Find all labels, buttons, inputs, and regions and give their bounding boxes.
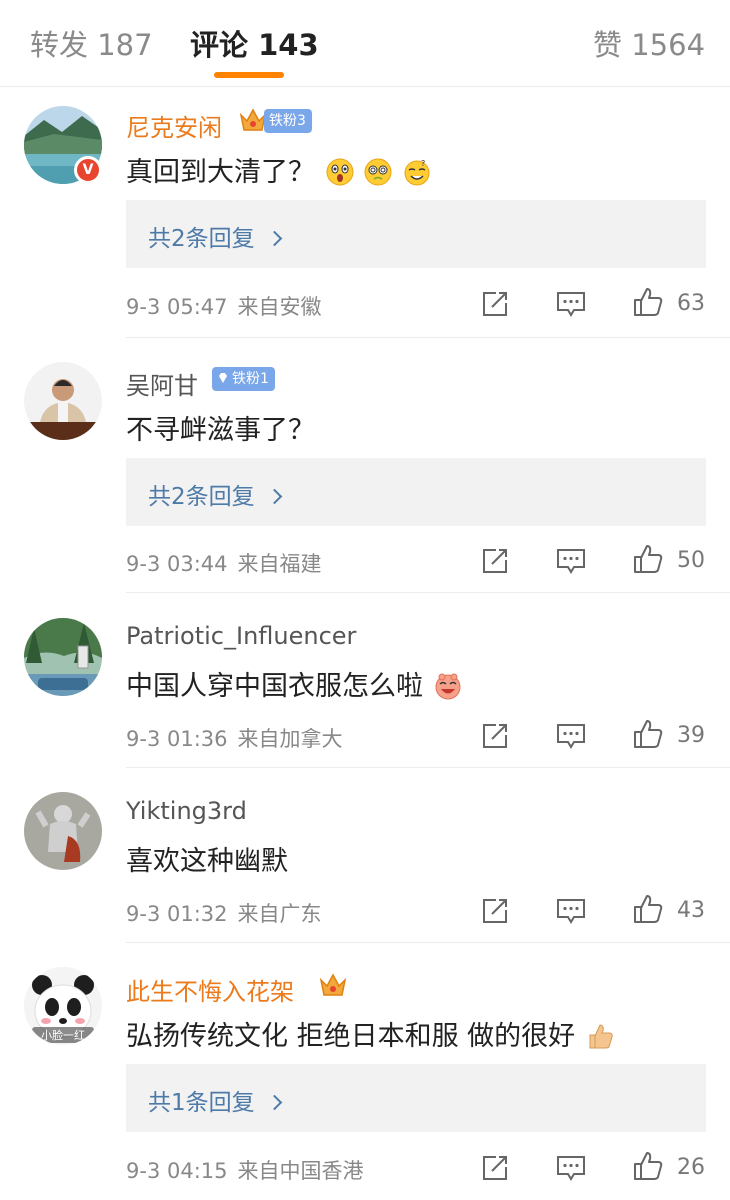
sweat-smile-emoji: ?: [404, 159, 430, 186]
comment-icon[interactable]: [556, 290, 586, 318]
comment-body: 喜欢这种幽默: [126, 846, 288, 877]
comment-date: 9-3 03:44: [126, 552, 228, 576]
comment-text: 喜欢这种幽默: [126, 839, 288, 878]
like-icon[interactable]: [632, 286, 664, 318]
avatar[interactable]: [24, 362, 102, 440]
comment-body: 真回到大清了？: [126, 157, 315, 188]
comment-icon[interactable]: [556, 547, 586, 575]
repost-icon[interactable]: [480, 289, 510, 319]
comment-icon[interactable]: [556, 1154, 586, 1182]
comment-location: 来自安徽: [237, 295, 322, 319]
chevron-right-icon: [266, 1094, 282, 1111]
comment-item: 吴阿甘 铁粉1 不寻衅滋事了？ 共2条回复 9-3 03:44 来自福建 50: [0, 338, 730, 593]
comment-meta: 9-3 04:15 来自中国香港: [126, 1155, 374, 1185]
chevron-right-icon: [266, 488, 282, 505]
active-tab-indicator: [214, 72, 284, 78]
comment-text: 不寻衅滋事了？: [126, 408, 315, 447]
username[interactable]: 吴阿甘: [126, 366, 198, 401]
reply-summary[interactable]: 共2条回复: [126, 458, 706, 526]
like-count: 39: [677, 723, 705, 748]
tab-forward[interactable]: 转发 187: [30, 22, 153, 64]
like-icon[interactable]: [632, 543, 664, 575]
comment-item: V 尼克安闲 铁粉3 真回到大清了？ ? 共2条回复 9-3 05:47 来自安…: [0, 86, 730, 338]
comment-text: 弘扬传统文化 拒绝日本和服 做的很好: [126, 1014, 614, 1053]
username[interactable]: 尼克安闲: [126, 108, 222, 143]
comment-body: 不寻衅滋事了？: [126, 415, 315, 446]
reply-link[interactable]: 共1条回复: [148, 1083, 282, 1117]
comment-date: 9-3 01:32: [126, 902, 228, 926]
reply-count-label: 共2条回复: [148, 226, 255, 252]
reply-count-label: 共2条回复: [148, 484, 255, 510]
comment-meta: 9-3 03:44 来自福建: [126, 548, 332, 578]
fan-level-badge: 铁粉3: [264, 109, 312, 133]
repost-icon[interactable]: [480, 1153, 510, 1183]
comment-item: 小脸一红 此生不悔入花架 弘扬传统文化 拒绝日本和服 做的很好 共1条回复 9-…: [0, 943, 730, 1200]
verified-badge: V: [74, 156, 102, 184]
comment-date: 9-3 01:36: [126, 727, 228, 751]
comment-location: 来自加拿大: [237, 727, 343, 751]
fan-level-badge: 铁粉1: [212, 367, 275, 391]
comment-body: 弘扬传统文化 拒绝日本和服 做的很好: [126, 1021, 576, 1052]
comment-location: 来自中国香港: [237, 1159, 364, 1183]
reply-count-label: 共1条回复: [148, 1090, 255, 1116]
avatar[interactable]: 小脸一红: [24, 967, 102, 1045]
comment-icon[interactable]: [556, 897, 586, 925]
avatar-caption: 小脸一红: [41, 1028, 85, 1042]
reply-summary[interactable]: 共1条回复: [126, 1064, 706, 1132]
like-count: 50: [677, 548, 705, 573]
chevron-right-icon: [266, 230, 282, 247]
reply-link[interactable]: 共2条回复: [148, 477, 282, 511]
astonished-emoji: [326, 158, 354, 186]
comment-body: 中国人穿中国衣服怎么啦: [126, 671, 423, 702]
like-icon[interactable]: [632, 1150, 664, 1182]
like-count: 26: [677, 1155, 705, 1180]
svg-text:?: ?: [421, 159, 425, 168]
comment-item: Patriotic_Influencer 中国人穿中国衣服怎么啦 9-3 01:…: [0, 593, 730, 768]
username[interactable]: Yikting3rd: [126, 797, 247, 825]
repost-icon[interactable]: [480, 546, 510, 576]
dizzy-eyes-emoji: [364, 158, 392, 186]
repost-icon[interactable]: [480, 896, 510, 926]
laughing-pig-emoji: [435, 673, 461, 700]
like-count: 63: [677, 291, 705, 316]
repost-icon[interactable]: [480, 721, 510, 751]
reply-link[interactable]: 共2条回复: [148, 219, 282, 253]
fan-level-label: 铁粉1: [232, 371, 269, 387]
username[interactable]: 此生不悔入花架: [126, 972, 294, 1007]
avatar[interactable]: [24, 792, 102, 870]
tab-bar: 转发 187 评论 143 赞 1564: [0, 0, 730, 87]
crown-icon: [319, 973, 347, 996]
tab-comments[interactable]: 评论 143: [190, 22, 319, 64]
like-icon[interactable]: [632, 718, 664, 750]
like-icon[interactable]: [632, 893, 664, 925]
username[interactable]: Patriotic_Influencer: [126, 622, 356, 650]
thumbs-up-emoji: [589, 1024, 613, 1049]
comment-location: 来自广东: [237, 902, 322, 926]
comment-date: 9-3 04:15: [126, 1159, 228, 1183]
comment-location: 来自福建: [237, 552, 322, 576]
comment-meta: 9-3 05:47 来自安徽: [126, 291, 332, 321]
avatar[interactable]: [24, 618, 102, 696]
comment-date: 9-3 05:47: [126, 295, 228, 319]
tab-likes[interactable]: 赞 1564: [593, 22, 705, 64]
like-count: 43: [677, 898, 705, 923]
comment-meta: 9-3 01:36 来自加拿大: [126, 723, 353, 753]
comment-item: Yikting3rd 喜欢这种幽默 9-3 01:32 来自广东 43: [0, 768, 730, 943]
comment-icon[interactable]: [556, 722, 586, 750]
comment-text: 真回到大清了？ ?: [126, 150, 431, 189]
reply-summary[interactable]: 共2条回复: [126, 200, 706, 268]
comment-meta: 9-3 01:32 来自广东: [126, 898, 332, 928]
comment-text: 中国人穿中国衣服怎么啦: [126, 664, 462, 703]
fan-level-label: 铁粉3: [269, 113, 306, 129]
diamond-icon: [219, 373, 227, 383]
